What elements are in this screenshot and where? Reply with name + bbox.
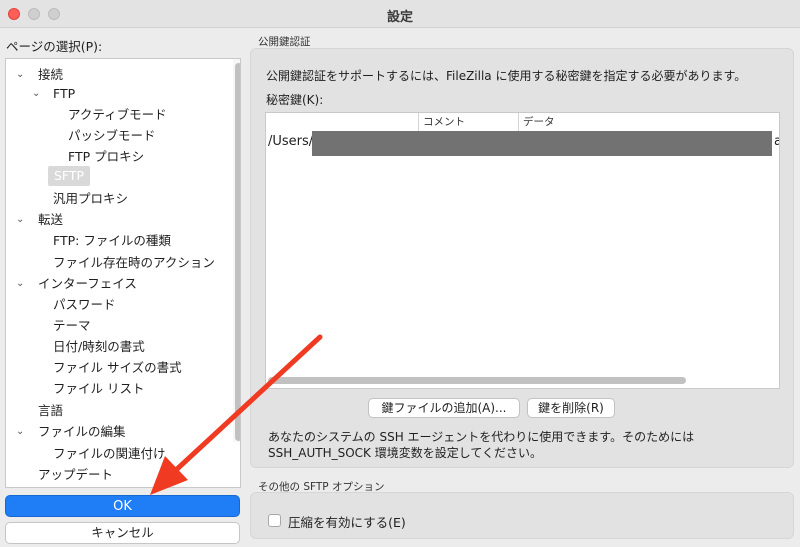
- tree-item-passwords[interactable]: パスワード: [53, 295, 116, 315]
- tree-item-file-size-format[interactable]: ファイル サイズの書式: [53, 358, 182, 378]
- window-title: 設定: [386, 10, 413, 25]
- tree-item-file-lists[interactable]: ファイル リスト: [53, 379, 144, 399]
- private-key-label: 秘密鍵(K):: [266, 93, 324, 107]
- column-header-data[interactable]: データ: [519, 113, 779, 131]
- pubkey-group-title: 公開鍵認証: [258, 36, 311, 48]
- ok-button[interactable]: OK: [5, 495, 240, 517]
- add-key-file-button[interactable]: 鍵ファイルの追加(A)...: [368, 398, 520, 418]
- column-header-comment[interactable]: コメント: [419, 113, 519, 131]
- remove-key-button[interactable]: 鍵を削除(R): [527, 398, 615, 418]
- key-row-path[interactable]: /Users/: [268, 132, 313, 152]
- tree-item-passive-mode[interactable]: パッシブモード: [68, 126, 156, 146]
- chevron-down-icon[interactable]: ⌄: [16, 210, 28, 230]
- tree-item-active-mode[interactable]: アクティブモード: [68, 105, 167, 125]
- chevron-down-icon[interactable]: ⌄: [16, 274, 28, 294]
- pubkey-description: 公開鍵認証をサポートするには、FileZilla に使用する秘密鍵を指定する必要…: [266, 69, 747, 83]
- key-row-tail: a(: [774, 132, 779, 152]
- tree-item-generic-proxy[interactable]: 汎用プロキシ: [53, 189, 128, 209]
- cancel-button[interactable]: キャンセル: [5, 522, 240, 544]
- tree-item-ftp[interactable]: FTP: [53, 84, 75, 104]
- chevron-down-icon[interactable]: ⌄: [16, 65, 28, 85]
- tree-item-themes[interactable]: テーマ: [53, 316, 91, 336]
- enable-compression-label[interactable]: 圧縮を有効にする(E): [288, 512, 406, 531]
- tree-item-updates[interactable]: アップデート: [38, 465, 113, 485]
- tree-item-transfers[interactable]: 転送: [38, 210, 63, 230]
- settings-page-tree[interactable]: ⌄ 接続 ⌄ FTP アクティブモード パッシブモード FTP プロキシ SFT…: [5, 58, 241, 488]
- enable-compression-checkbox[interactable]: [268, 514, 281, 527]
- tree-item-ftp-file-types[interactable]: FTP: ファイルの種類: [53, 231, 171, 251]
- chevron-down-icon[interactable]: ⌄: [16, 422, 28, 442]
- tree-item-file-exists-action[interactable]: ファイル存在時のアクション: [53, 253, 215, 273]
- key-list-horizontal-scrollbar[interactable]: [268, 377, 686, 384]
- tree-item-language[interactable]: 言語: [38, 401, 63, 421]
- title-bar: 設定: [0, 0, 800, 28]
- page-select-label: ページの選択(P):: [6, 39, 103, 54]
- tree-item-sftp[interactable]: SFTP: [48, 166, 91, 186]
- private-key-list[interactable]: コメント データ /Users/ a(: [265, 112, 780, 389]
- tree-item-interface[interactable]: インターフェイス: [38, 274, 137, 294]
- tree-item-date-time-format[interactable]: 日付/時刻の書式: [53, 337, 145, 357]
- tree-scrollbar-thumb[interactable]: [235, 63, 240, 441]
- chevron-down-icon[interactable]: ⌄: [32, 84, 44, 104]
- ssh-agent-note-line2: SSH_AUTH_SOCK 環境変数を設定してください。: [268, 446, 543, 460]
- ssh-agent-note-line1: あなたのシステムの SSH エージェントを代わりに使用できます。そのためには: [268, 430, 695, 444]
- tree-item-file-associations[interactable]: ファイルの関連付け: [53, 444, 166, 464]
- tree-item-file-editing[interactable]: ファイルの編集: [38, 422, 126, 442]
- column-header-filename[interactable]: [266, 113, 419, 131]
- tree-item-connection[interactable]: 接続: [38, 65, 63, 85]
- tree-item-ftp-proxy[interactable]: FTP プロキシ: [68, 147, 144, 167]
- redacted-key-data: [312, 131, 772, 156]
